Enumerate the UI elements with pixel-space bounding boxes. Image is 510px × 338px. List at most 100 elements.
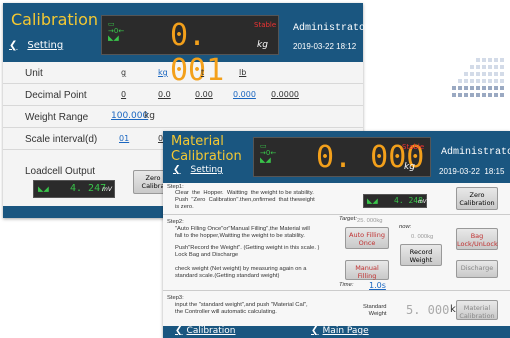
loadcell-label: Loadcell Output — [25, 166, 96, 177]
decorative-dot — [500, 86, 504, 90]
time-label: Time: — [339, 282, 354, 288]
stable-indicator: Stable — [402, 143, 425, 151]
step3-label: Step3: — [167, 295, 184, 301]
unit-row: Unit g kg t lb — [3, 62, 363, 84]
decimal-option[interactable]: 0.000 — [233, 90, 256, 99]
step1-text: Clear the Hopper. Waitting the weight to… — [175, 190, 315, 210]
decorative-dot — [464, 72, 468, 76]
decorative-dot — [494, 79, 498, 83]
weight-range-label: Weight Range — [25, 112, 89, 123]
manual-filling-button[interactable]: Manual Filling — [345, 260, 389, 280]
decimal-option[interactable]: 0.0 — [158, 90, 171, 99]
header-bar: Material Calibration ❮ Setting ▭ →0← ◣◢ 0. … — [163, 131, 510, 183]
decorative-dot — [482, 65, 486, 69]
decorative-dot — [470, 79, 474, 83]
decimal-option[interactable]: 0.00 — [195, 90, 213, 99]
loadcell-value: 4. 247 — [70, 183, 107, 194]
decimal-point-label: Decimal Point — [25, 90, 87, 101]
now-label: now: — [399, 224, 412, 230]
time-value[interactable]: 1.0s — [369, 281, 386, 290]
user-name: Administrator — [441, 147, 510, 158]
back-setting-link[interactable]: ❮ Setting — [173, 165, 223, 175]
decorative-dot — [482, 93, 486, 97]
date-time: 2019-03-22 18:12 — [293, 42, 357, 51]
step3-text: input the "standard weight",and push "Ma… — [175, 302, 308, 315]
user-name: Administrator — [293, 23, 372, 34]
decorative-dot — [500, 72, 504, 76]
decorative-dot — [500, 79, 504, 83]
scale-interval-label: Scale interval(d) — [25, 134, 98, 145]
interval-option[interactable]: 01 — [119, 134, 129, 143]
decimal-option[interactable]: 0 — [121, 90, 126, 99]
unit-option[interactable]: g — [121, 68, 126, 77]
decorative-dot — [464, 93, 468, 97]
unit-option[interactable]: kg — [158, 68, 168, 77]
decorative-dot — [482, 86, 486, 90]
step2-label: Step2: — [167, 219, 184, 225]
stable-indicator: Stable — [254, 21, 277, 29]
footer-main-page[interactable]: ❮ Main Page — [311, 326, 369, 336]
decorative-dot — [452, 86, 456, 90]
step2-text: "Auto Filling Once"or"Manual Filling",th… — [175, 226, 310, 239]
weight-range-input[interactable]: 100.000 — [111, 111, 148, 121]
decorative-dot — [494, 65, 498, 69]
chevron-left-icon: ❮ — [173, 165, 181, 175]
decorative-dot — [476, 79, 480, 83]
weight-unit: kg — [257, 40, 268, 50]
led-indicator: ◣◢ — [38, 185, 49, 193]
footer-bar: ❮ Calibration ❮ Main Page — [163, 326, 510, 338]
discharge-button[interactable]: Discharge — [456, 260, 498, 278]
bag-lock-unlock-button[interactable]: Bag Lock/UnLock — [456, 228, 498, 250]
header-bar: Calibration ❮ Setting ▭ →0← ◣◢ 0. 001 Stabl… — [3, 3, 371, 88]
footer-back-calibration[interactable]: ❮ Calibration — [175, 326, 236, 336]
decorative-dot — [458, 93, 462, 97]
target-value: 25. 000kg — [357, 218, 383, 224]
decorative-dot — [494, 72, 498, 76]
chevron-left-icon: ❮ — [9, 40, 18, 51]
weight-display: ▭ →0← ◣◢ 0. 000 Stable kg — [253, 137, 431, 177]
decorative-dot — [464, 86, 468, 90]
decorative-dot — [488, 79, 492, 83]
millivolt-unit: mV — [418, 199, 427, 205]
decorative-dot — [488, 65, 492, 69]
decorative-dot — [464, 79, 468, 83]
back-setting-link[interactable]: ❮ Setting — [9, 40, 63, 51]
decorative-dot — [452, 93, 456, 97]
decorative-dot — [488, 58, 492, 62]
record-weight-button[interactable]: Record Weight — [400, 244, 442, 266]
decorative-dot — [470, 86, 474, 90]
decimal-point-row: Decimal Point 0 0.0 0.00 0.000 0.0000 — [3, 84, 363, 106]
led-indicators: ▭ →0← ◣◢ — [260, 142, 277, 164]
material-calibration-button[interactable]: Material Calibration — [456, 300, 498, 320]
millivolt-display: ◣◢ 4. 248 mV — [363, 194, 427, 208]
date-time: 2019-03-22 18:15 — [439, 167, 505, 176]
decorative-dot — [488, 93, 492, 97]
unit-option[interactable]: t — [201, 68, 204, 77]
standard-weight-value[interactable]: 5. 000 — [406, 303, 449, 317]
decorative-dot — [494, 93, 498, 97]
weight-display: ▭ →0← ◣◢ 0. 001 Stable kg — [101, 15, 279, 88]
step1-panel: Step1: Clear the Hopper. Waitting the we… — [163, 183, 510, 215]
decorative-dot — [476, 65, 480, 69]
decorative-dot — [500, 65, 504, 69]
step2-panel: Step2: "Auto Filling Once"or"Manual Fill… — [163, 216, 510, 291]
step3-panel: Step3: input the "standard weight",and p… — [163, 292, 510, 324]
decorative-dot — [476, 58, 480, 62]
standard-weight-label: Standard Weight — [363, 304, 387, 317]
now-value: 0. 000kg — [411, 234, 434, 240]
unit-option[interactable]: lb — [239, 68, 246, 77]
page-title: Calibration — [11, 10, 99, 29]
decorative-dot — [476, 86, 480, 90]
weight-range-unit: kg — [144, 111, 155, 121]
decorative-dot — [476, 93, 480, 97]
decorative-dot — [470, 72, 474, 76]
decorative-dot — [500, 58, 504, 62]
led-indicator: ◣◢ — [367, 197, 378, 205]
decimal-option[interactable]: 0.0000 — [271, 90, 299, 99]
decorative-dot — [494, 86, 498, 90]
zero-calibration-button[interactable]: Zero Calibration — [456, 187, 498, 210]
auto-filling-once-button[interactable]: Auto Filling Once — [345, 227, 389, 249]
weight-range-row: Weight Range 100.000 kg — [3, 106, 363, 128]
material-calibration-window: Material Calibration ❮ Setting ▭ →0← ◣◢ 0. … — [163, 131, 510, 338]
chevron-left-icon: ❮ — [311, 326, 319, 336]
